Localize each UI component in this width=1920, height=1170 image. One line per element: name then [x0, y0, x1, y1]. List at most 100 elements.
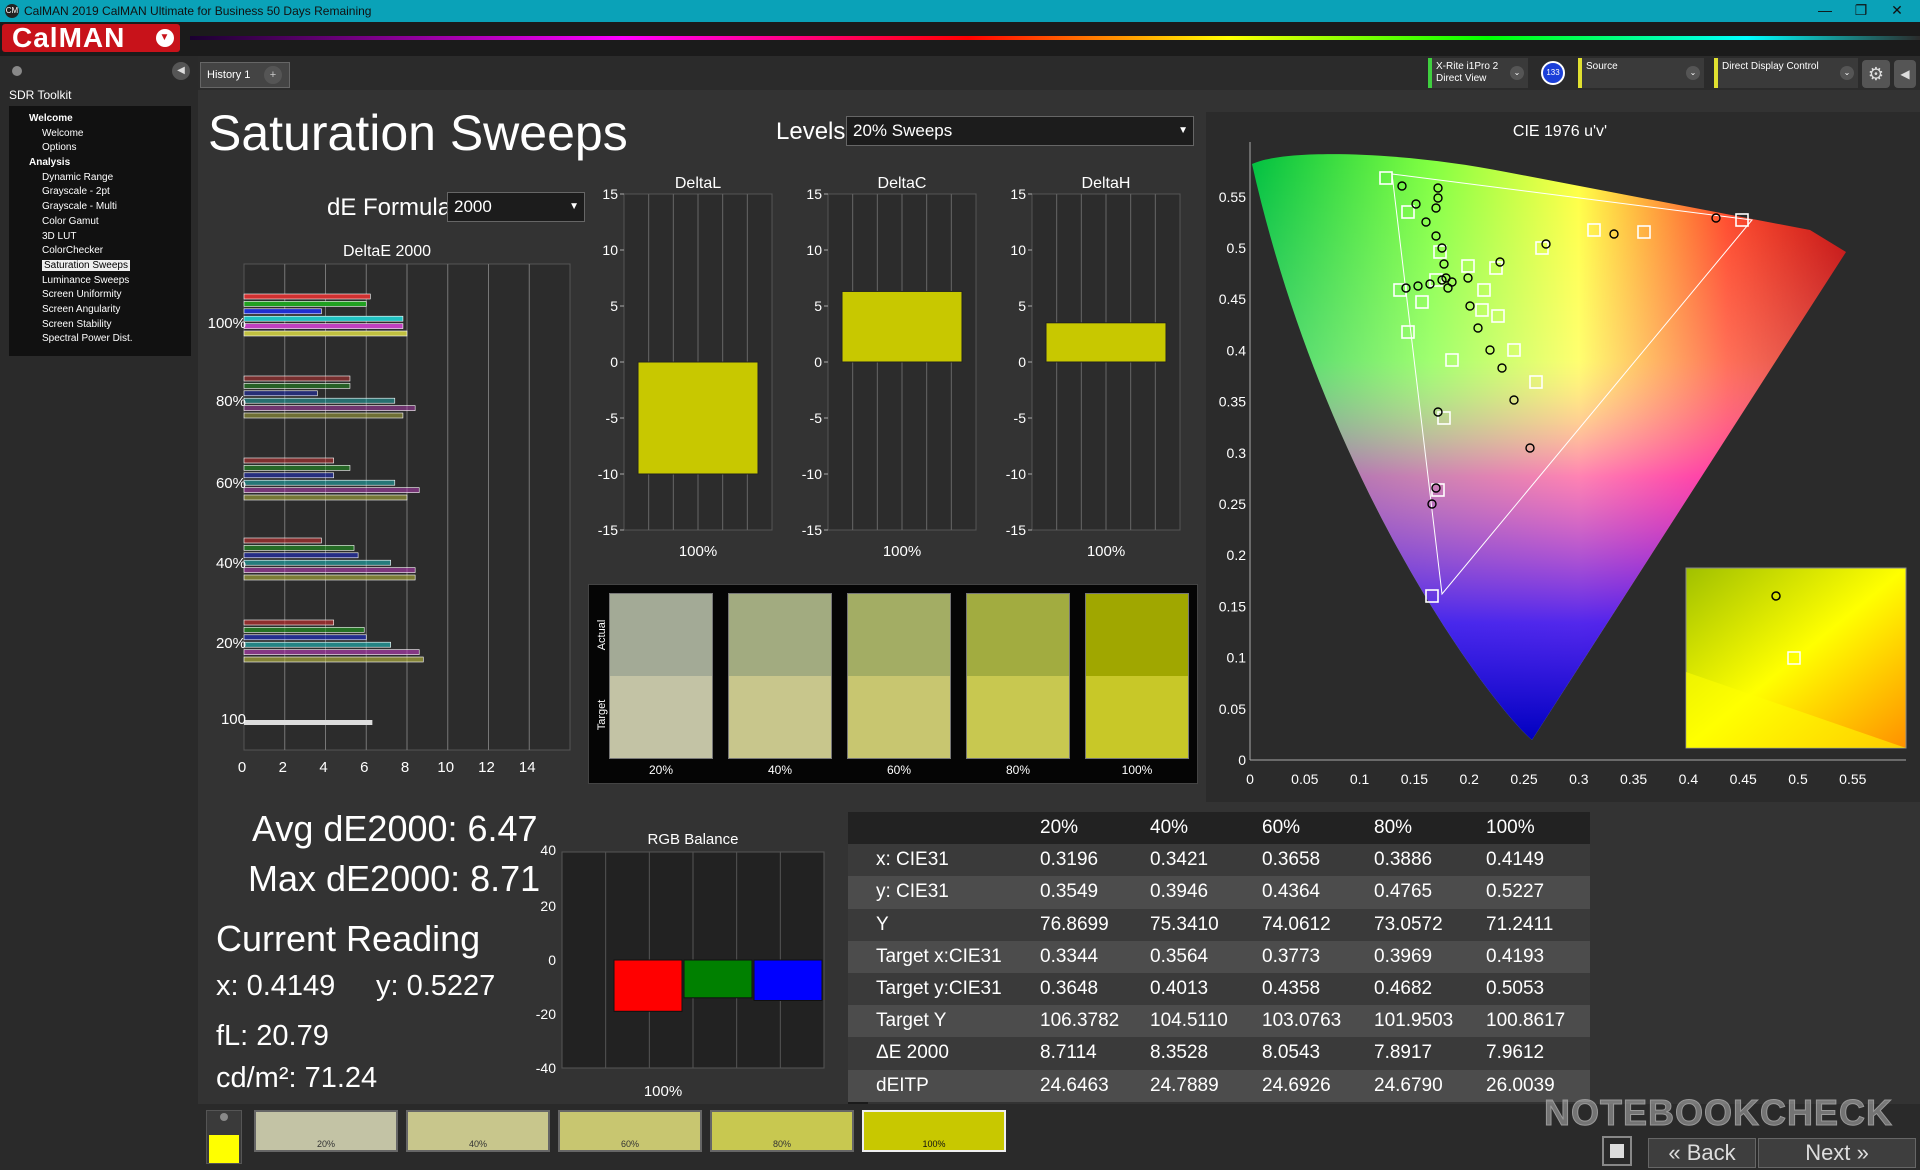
sidebar-item[interactable]: Screen Uniformity: [9, 288, 191, 303]
swatch-label: 60%: [886, 763, 912, 777]
close-button[interactable]: ✕: [1882, 2, 1912, 19]
sidebar-header: SDR Toolkit: [9, 88, 72, 102]
sidebar-item[interactable]: Luminance Sweeps: [9, 274, 191, 289]
source-selector[interactable]: Source ⌄: [1578, 58, 1704, 88]
table-cell: 0.3886: [1374, 849, 1433, 871]
column-header: 80%: [1374, 817, 1413, 838]
rgb-ytick: 0: [548, 952, 556, 968]
sidebar-item[interactable]: Screen Stability: [9, 318, 191, 333]
add-tab-button[interactable]: +: [264, 66, 282, 84]
collapse-left-icon[interactable]: ◀: [172, 62, 190, 80]
table-cell: 106.3782: [1040, 1010, 1120, 1032]
sidebar-item[interactable]: Options: [9, 141, 191, 156]
sidebar-item[interactable]: Analysis: [9, 156, 191, 171]
deltae-bar: [243, 390, 318, 397]
target-swatch: [848, 676, 950, 758]
next-label: Next: [1805, 1140, 1851, 1165]
de-formula-dropdown[interactable]: 2000 ▼: [447, 192, 585, 222]
stop-icon[interactable]: [1602, 1136, 1632, 1166]
deltae-bar: [243, 472, 334, 479]
table-row: Target y:CIE31 0.3648 0.4013 0.4358 0.4682 0.…: [848, 973, 1590, 1006]
table-cell: 0.5053: [1486, 978, 1545, 999]
sidebar-item[interactable]: 3D LUT: [9, 230, 191, 245]
patch-label: 20%: [316, 1139, 335, 1149]
meter-badge[interactable]: 133: [1541, 61, 1565, 85]
swatch-pair: [847, 593, 951, 759]
deltae-bar: [243, 397, 396, 404]
delta-charts: DeltaL 15 10 5 0 -5 -10 -15 100% DeltaC 15 10 5 0 -5 -1…: [598, 175, 1181, 560]
patch-button[interactable]: 100%: [862, 1110, 1006, 1152]
patch-button[interactable]: 60%: [558, 1110, 702, 1152]
sidebar-item[interactable]: Saturation Sweeps: [9, 259, 191, 274]
tab-label: History 1: [207, 69, 251, 81]
table-cell: 7.8917: [1374, 1042, 1433, 1064]
chevron-down-icon: ▼: [156, 29, 174, 47]
rgb-ytick: -40: [536, 1060, 556, 1076]
target-swatch: [729, 676, 831, 758]
cie-xtick: 0.2: [1459, 771, 1479, 787]
table-cell: 8.0543: [1262, 1042, 1321, 1064]
deltae-bar: [243, 301, 367, 307]
sidebar-item[interactable]: Screen Angularity: [9, 303, 191, 318]
patch-button[interactable]: 80%: [710, 1110, 854, 1152]
rgb-title: RGB Balance: [648, 831, 739, 848]
xtick-label: 6: [360, 759, 368, 776]
collapse-right-icon[interactable]: ◀: [1894, 60, 1916, 88]
target-row-label-box: Target: [593, 679, 608, 759]
sidebar-item-label: Grayscale - Multi: [42, 201, 118, 213]
avg-de: Avg dE2000: 6.47: [252, 808, 538, 849]
sidebar-item-label: Options: [42, 142, 77, 154]
sidebar-item[interactable]: Grayscale - Multi: [9, 200, 191, 215]
gear-icon[interactable]: ⚙: [1862, 60, 1890, 88]
row-label: 100: [221, 711, 246, 728]
next-button[interactable]: Next »: [1758, 1138, 1916, 1168]
swatch-pair: [728, 593, 832, 759]
cie-xtick: 0.3: [1569, 771, 1589, 787]
deltae-bar: [243, 383, 351, 389]
patch-button[interactable]: 20%: [254, 1110, 398, 1152]
sidebar-item[interactable]: Dynamic Range: [9, 171, 191, 186]
ytick-label: -10: [598, 466, 618, 482]
actual-swatch: [729, 594, 831, 676]
patch-button[interactable]: 40%: [406, 1110, 550, 1152]
sidebar-item[interactable]: Grayscale - 2pt: [9, 185, 191, 200]
maximize-button[interactable]: ❐: [1846, 2, 1876, 19]
window-title: CalMAN 2019 CalMAN Ultimate for Business…: [24, 4, 372, 18]
back-button[interactable]: « Back: [1648, 1138, 1756, 1168]
display-selector[interactable]: Direct Display Control ⌄: [1714, 58, 1858, 88]
levels-dropdown[interactable]: 20% Sweeps ▼: [846, 116, 1194, 146]
sidebar-item-label: Welcome: [42, 127, 84, 139]
ytick-label: 0: [814, 354, 822, 370]
table-cell: 0.5227: [1486, 881, 1545, 903]
app-icon: CM: [5, 4, 19, 18]
deltae-bar: [243, 315, 404, 322]
sidebar-item[interactable]: Welcome: [9, 112, 191, 127]
cie-ytick: 0.2: [1227, 547, 1247, 563]
calman-logo-button[interactable]: CalMAN ▼: [2, 24, 180, 52]
table-cell: 74.0612: [1262, 913, 1331, 935]
page-title: Saturation Sweeps: [208, 105, 628, 161]
table-header-row: 20% 40% 60% 80% 100%: [848, 812, 1590, 845]
meter-selector[interactable]: X-Rite i1Pro 2 Direct View ⌄: [1428, 58, 1528, 88]
table-cell: 24.7889: [1150, 1074, 1219, 1096]
sidebar-item-label: Screen Uniformity: [42, 289, 122, 301]
delta-bar-label: 100%: [679, 543, 717, 560]
table-cell: 0.4013: [1150, 978, 1209, 999]
cie-ytick: 0.4: [1227, 342, 1247, 358]
sidebar-item[interactable]: Color Gamut: [9, 215, 191, 230]
chevron-down-icon: ▼: [569, 201, 579, 212]
sidebar-item[interactable]: Welcome: [9, 127, 191, 142]
table-cell: 100.8617: [1486, 1010, 1566, 1032]
sidebar-item[interactable]: ColorChecker: [9, 244, 191, 259]
sidebar-item-label: Grayscale - 2pt: [42, 186, 110, 198]
sidebar-item[interactable]: Spectral Power Dist.: [9, 332, 191, 347]
current-color-swatch: [209, 1135, 239, 1163]
minimize-button[interactable]: —: [1810, 2, 1840, 18]
patch-label: 40%: [468, 1139, 487, 1149]
row-label: 20%: [216, 635, 246, 652]
row-label: 60%: [216, 475, 246, 492]
patch-label: 100%: [922, 1139, 946, 1149]
color-preview-box[interactable]: [206, 1110, 242, 1164]
next-arrow-icon: »: [1856, 1140, 1869, 1165]
deltae-chart: DeltaE 2000 100% 80% 60% 40% 20% 100 0 2 4 6 8 10 1…: [208, 243, 571, 776]
